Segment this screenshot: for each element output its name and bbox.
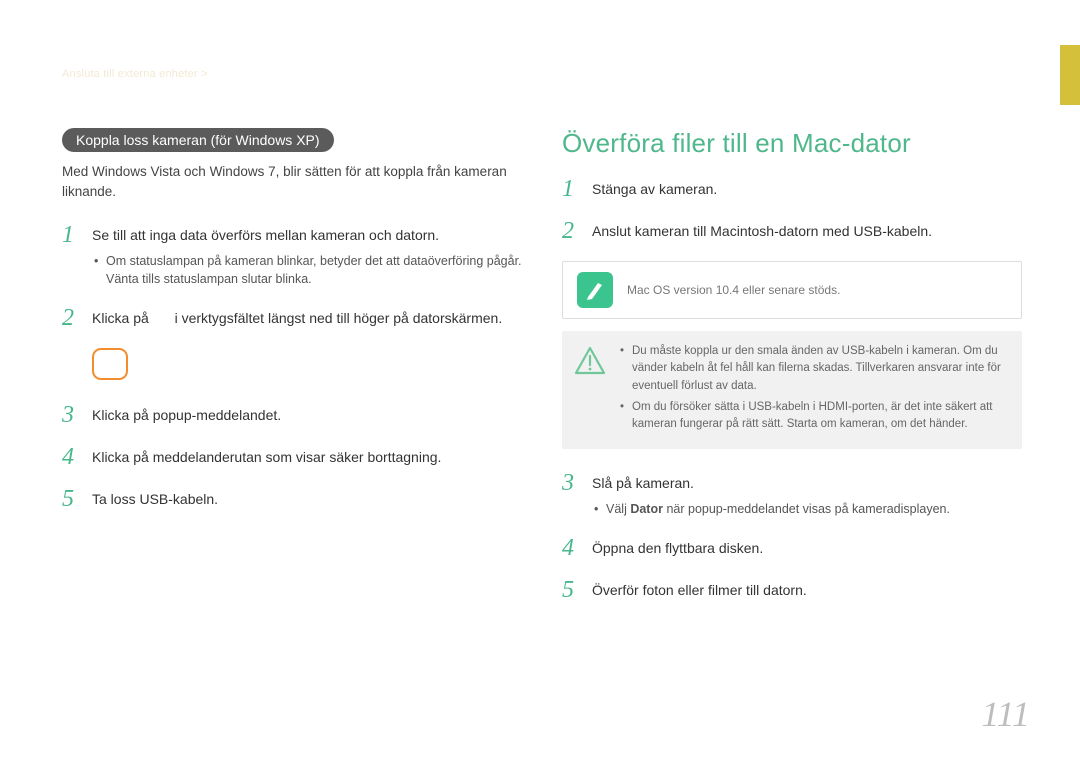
warning-item: Om du försöker sätta i USB-kabeln i HDMI… [620, 399, 1008, 434]
step-3: 3 Slå på kameran. Välj Dator när popup-m… [562, 471, 1022, 518]
step-text: Klicka på i verktygsfältet längst ned ti… [92, 306, 502, 330]
step-3-sub-pre: Välj [606, 502, 630, 516]
step-number: 2 [562, 219, 580, 243]
left-column: Koppla loss kameran (för Windows XP) Med… [62, 128, 522, 620]
step-1-sub: Om statuslampan på kameran blinkar, bety… [92, 252, 522, 288]
step-2-text-a: Klicka på [92, 310, 153, 326]
intro-text: Med Windows Vista och Windows 7, blir sä… [62, 162, 522, 201]
step-3-sub: Välj Dator när popup-meddelandet visas p… [592, 500, 950, 518]
step-5: 5 Överför foton eller filmer till datorn… [562, 578, 1022, 602]
step-1: 1 Se till att inga data överförs mellan … [62, 223, 522, 288]
right-column: Överföra filer till en Mac-dator 1 Stäng… [562, 128, 1022, 620]
step-3-text: Slå på kameran. [592, 475, 694, 491]
step-4: 4 Klicka på meddelanderutan som visar sä… [62, 445, 522, 469]
step-1-text: Se till att inga data överförs mellan ka… [92, 227, 439, 243]
breadcrumb: Ansluta till externa enheter > [62, 68, 208, 80]
section-title: Överföra filer till en Mac-dator [562, 128, 1022, 159]
page-number: 111 [981, 693, 1030, 735]
step-number: 3 [562, 471, 580, 518]
step-1: 1 Stänga av kameran. [562, 177, 1022, 201]
step-3-sub-bold: Dator [630, 502, 663, 516]
step-2: 2 Klicka på i verktygsfältet längst ned … [62, 306, 522, 330]
safely-remove-icon [92, 348, 128, 380]
step-number: 4 [562, 536, 580, 560]
step-number: 4 [62, 445, 80, 469]
step-number: 1 [62, 223, 80, 288]
step-number: 5 [562, 578, 580, 602]
step-2: 2 Anslut kameran till Macintosh-datorn m… [562, 219, 1022, 243]
step-5: 5 Ta loss USB-kabeln. [62, 487, 522, 511]
note-icon [577, 272, 613, 308]
warning-list: Du måste koppla ur den smala änden av US… [620, 343, 1008, 437]
step-text: Anslut kameran till Macintosh-datorn med… [592, 219, 932, 243]
warning-box: Du måste koppla ur den smala änden av US… [562, 331, 1022, 449]
step-text: Se till att inga data överförs mellan ka… [92, 223, 522, 288]
step-2-text-b: i verktygsfältet längst ned till höger p… [175, 310, 503, 326]
warning-icon [574, 345, 606, 377]
note-box: Mac OS version 10.4 eller senare stöds. [562, 261, 1022, 319]
step-4: 4 Öppna den flyttbara disken. [562, 536, 1022, 560]
tray-icon-placeholder [92, 348, 522, 385]
step-3: 3 Klicka på popup-meddelandet. [62, 403, 522, 427]
step-number: 5 [62, 487, 80, 511]
step-text: Öppna den flyttbara disken. [592, 536, 763, 560]
step-text: Stänga av kameran. [592, 177, 717, 201]
step-text: Klicka på meddelanderutan som visar säke… [92, 445, 441, 469]
warning-item: Du måste koppla ur den smala änden av US… [620, 343, 1008, 395]
step-text: Överför foton eller filmer till datorn. [592, 578, 807, 602]
step-3-sub-post: när popup-meddelandet visas på kameradis… [663, 502, 950, 516]
note-text: Mac OS version 10.4 eller senare stöds. [627, 283, 840, 297]
step-number: 3 [62, 403, 80, 427]
section-pill: Koppla loss kameran (för Windows XP) [62, 128, 334, 152]
step-text: Klicka på popup-meddelandet. [92, 403, 281, 427]
page-content: Koppla loss kameran (för Windows XP) Med… [62, 128, 1022, 620]
step-text: Ta loss USB-kabeln. [92, 487, 218, 511]
step-text: Slå på kameran. Välj Dator när popup-med… [592, 471, 950, 518]
section-tab [1060, 45, 1080, 105]
step-number: 1 [562, 177, 580, 201]
step-number: 2 [62, 306, 80, 330]
